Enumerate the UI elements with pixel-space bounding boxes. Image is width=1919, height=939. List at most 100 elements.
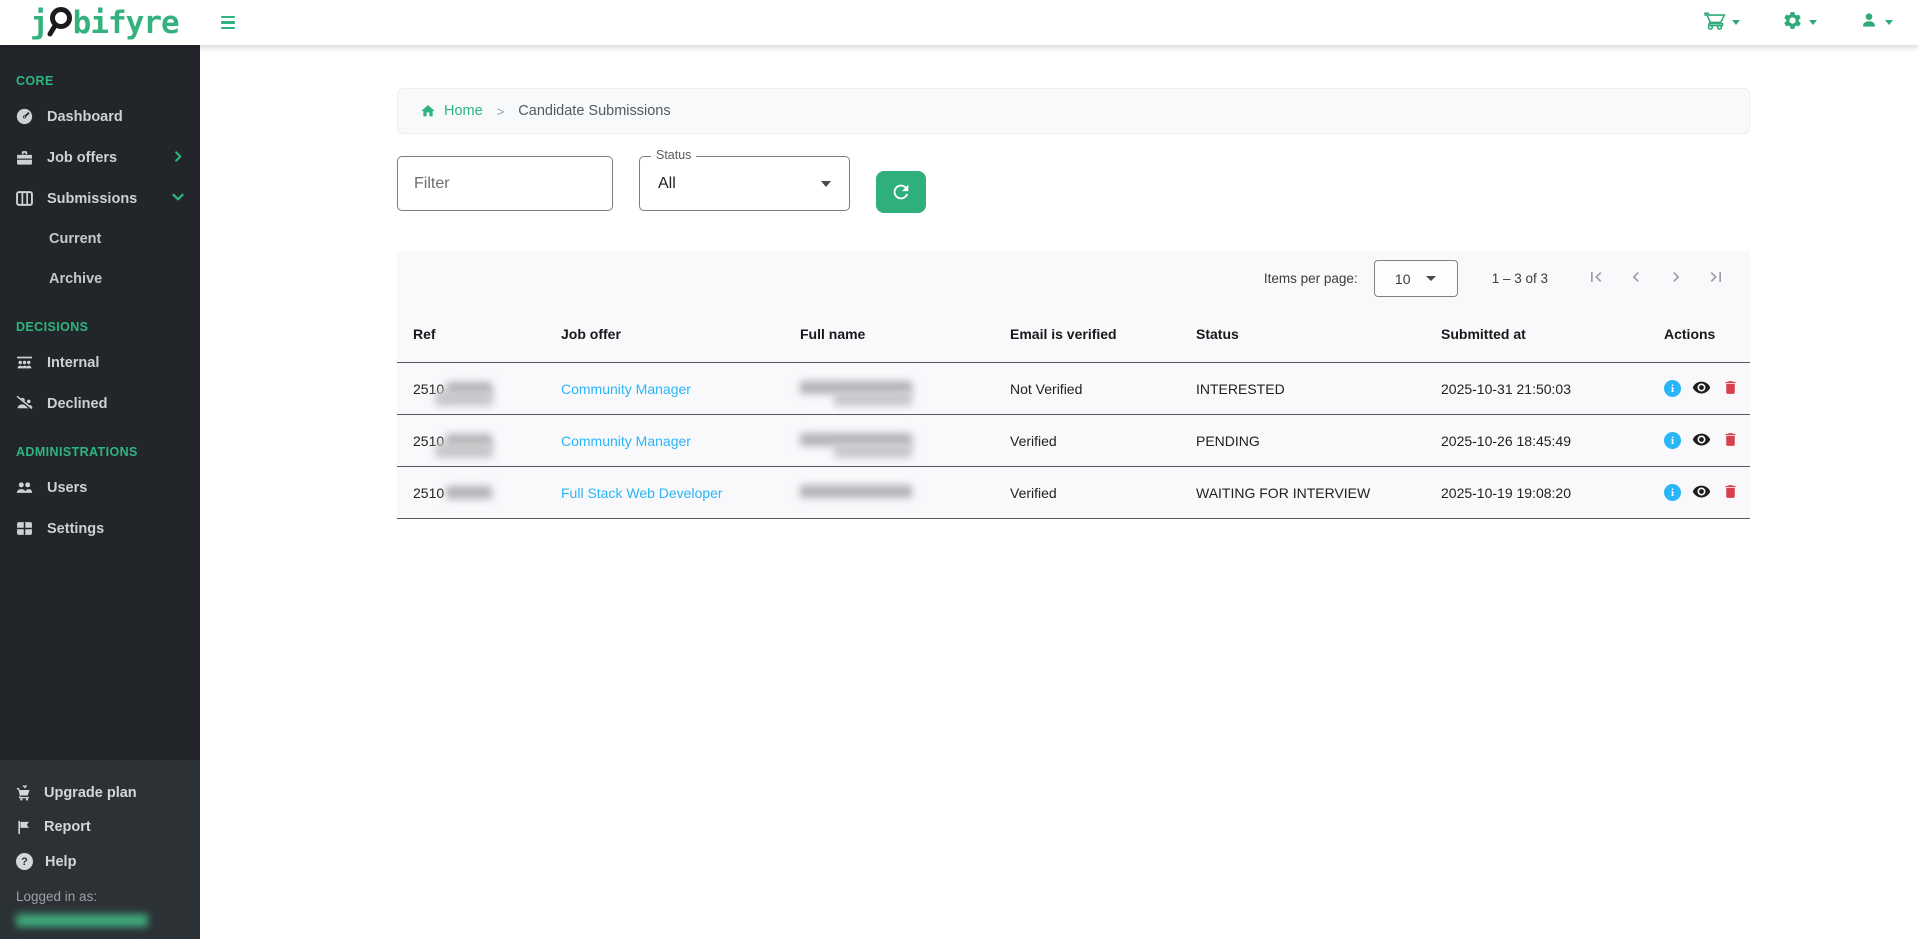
table-row: 2510 Community Manager Verified PENDING … xyxy=(397,415,1750,467)
column-header-ref: Ref xyxy=(413,326,561,342)
sidebar-item-label: Submissions xyxy=(47,191,137,207)
briefcase-icon xyxy=(16,149,33,166)
cart-menu[interactable] xyxy=(1704,9,1740,36)
home-icon xyxy=(420,103,436,119)
job-offer-link[interactable]: Community Manager xyxy=(561,381,800,397)
next-page-button[interactable] xyxy=(1666,267,1686,290)
column-header-full-name: Full name xyxy=(800,326,1010,342)
view-button[interactable] xyxy=(1692,378,1711,400)
info-button[interactable]: i xyxy=(1664,484,1681,501)
cart-plus-icon xyxy=(16,785,32,801)
refresh-button[interactable] xyxy=(876,171,926,213)
delete-button[interactable] xyxy=(1722,379,1739,399)
status-value: PENDING xyxy=(1196,433,1441,449)
logo-text-right: bifyre xyxy=(73,8,179,39)
breadcrumb-current-page: Candidate Submissions xyxy=(518,103,670,119)
submitted-at-value: 2025-10-19 19:08:20 xyxy=(1441,485,1664,501)
sidebar-footer: Upgrade plan Report ? Help Logged in as: xyxy=(0,760,200,939)
refresh-icon xyxy=(890,181,912,203)
filter-input[interactable] xyxy=(397,156,613,211)
ref-secondary-redacted xyxy=(435,391,493,406)
upgrade-plan-button[interactable]: Upgrade plan xyxy=(16,776,184,810)
ref-prefix: 2510 xyxy=(413,485,444,501)
ref-secondary-redacted xyxy=(435,443,493,458)
logo-text-left: j xyxy=(30,8,48,39)
submissions-table-card: Items per page: 10 1 – 3 of 3 Ref Job of… xyxy=(397,251,1750,519)
job-offer-link[interactable]: Community Manager xyxy=(561,433,800,449)
users-icon xyxy=(16,479,33,496)
sidebar-item-declined[interactable]: Declined xyxy=(0,383,200,424)
status-select[interactable]: Status All xyxy=(639,156,850,211)
sidebar-item-label: Declined xyxy=(47,396,107,412)
breadcrumb-separator: > xyxy=(497,104,505,119)
sidebar-item-submissions[interactable]: Submissions xyxy=(0,178,200,219)
info-button[interactable]: i xyxy=(1664,432,1681,449)
report-button[interactable]: Report xyxy=(16,810,184,844)
trash-icon xyxy=(1722,379,1739,396)
previous-page-button[interactable] xyxy=(1626,267,1646,290)
select-caret-icon xyxy=(821,181,831,187)
sidebar-item-label: Job offers xyxy=(47,150,117,166)
sidebar-item-label: Settings xyxy=(47,521,104,537)
sidebar-item-users[interactable]: Users xyxy=(0,467,200,508)
actions-cell: i xyxy=(1664,482,1739,504)
view-button[interactable] xyxy=(1692,430,1711,452)
submitted-at-value: 2025-10-31 21:50:03 xyxy=(1441,381,1664,397)
table-header-row: Ref Job offer Full name Email is verifie… xyxy=(397,306,1750,363)
view-button[interactable] xyxy=(1692,482,1711,504)
sidebar-item-archive[interactable]: Archive xyxy=(0,259,200,299)
footer-item-label: Help xyxy=(45,854,76,870)
chevron-right-icon xyxy=(173,150,184,166)
cart-caret-icon xyxy=(1732,20,1740,25)
person-icon xyxy=(1859,10,1879,35)
page-size-value: 10 xyxy=(1395,271,1411,287)
status-value: INTERESTED xyxy=(1196,381,1441,397)
breadcrumb-home-link[interactable]: Home xyxy=(420,103,483,119)
sidebar-item-current[interactable]: Current xyxy=(0,219,200,259)
sidebar-item-dashboard[interactable]: Dashboard xyxy=(0,96,200,137)
logged-in-as-label: Logged in as: xyxy=(16,889,184,904)
dashboard-icon xyxy=(16,108,33,125)
help-button[interactable]: ? Help xyxy=(16,844,184,879)
status-select-value: All xyxy=(658,175,676,193)
column-header-actions: Actions xyxy=(1664,326,1734,342)
account-menu[interactable] xyxy=(1859,10,1893,35)
paginator: Items per page: 10 1 – 3 of 3 xyxy=(397,251,1750,306)
delete-button[interactable] xyxy=(1722,483,1739,503)
items-per-page-label: Items per page: xyxy=(1264,271,1358,286)
sidebar-item-label: Dashboard xyxy=(47,109,123,125)
question-circle-icon: ? xyxy=(16,853,33,870)
status-select-label: Status xyxy=(651,148,696,162)
main-content: Home > Candidate Submissions Status All … xyxy=(200,0,1919,519)
sidebar-item-internal[interactable]: Internal xyxy=(0,342,200,383)
hamburger-menu-icon[interactable] xyxy=(221,16,235,29)
full-name-secondary-redacted xyxy=(834,392,912,406)
full-name-cell xyxy=(800,433,1010,449)
email-verified-value: Not Verified xyxy=(1010,381,1196,397)
actions-cell: i xyxy=(1664,430,1739,452)
section-title-core: CORE xyxy=(0,65,200,96)
filter-toolbar: Status All xyxy=(397,156,1750,213)
columns-icon xyxy=(16,190,33,207)
eye-icon xyxy=(1692,378,1711,397)
ref-cell: 2510 xyxy=(413,485,561,501)
sidebar-item-settings[interactable]: Settings xyxy=(0,508,200,549)
page-size-caret-icon xyxy=(1426,276,1436,281)
full-name-secondary-redacted xyxy=(834,444,912,458)
last-page-button[interactable] xyxy=(1706,267,1726,290)
page-size-select[interactable]: 10 xyxy=(1374,260,1458,297)
section-title-decisions: DECISIONS xyxy=(0,311,200,342)
sidebar-item-job-offers[interactable]: Job offers xyxy=(0,137,200,178)
sidebar-item-label: Current xyxy=(49,231,101,247)
job-offer-link[interactable]: Full Stack Web Developer xyxy=(561,485,800,501)
delete-button[interactable] xyxy=(1722,431,1739,451)
settings-menu[interactable] xyxy=(1782,10,1817,36)
app-logo[interactable]: jbifyre xyxy=(30,6,179,39)
cart-icon xyxy=(1704,9,1726,36)
table-row: 2510 Community Manager Not Verified INTE… xyxy=(397,363,1750,415)
settings-caret-icon xyxy=(1809,20,1817,25)
flag-icon xyxy=(16,820,32,835)
column-header-email-verified: Email is verified xyxy=(1010,326,1196,342)
info-button[interactable]: i xyxy=(1664,380,1681,397)
first-page-button[interactable] xyxy=(1586,267,1606,290)
